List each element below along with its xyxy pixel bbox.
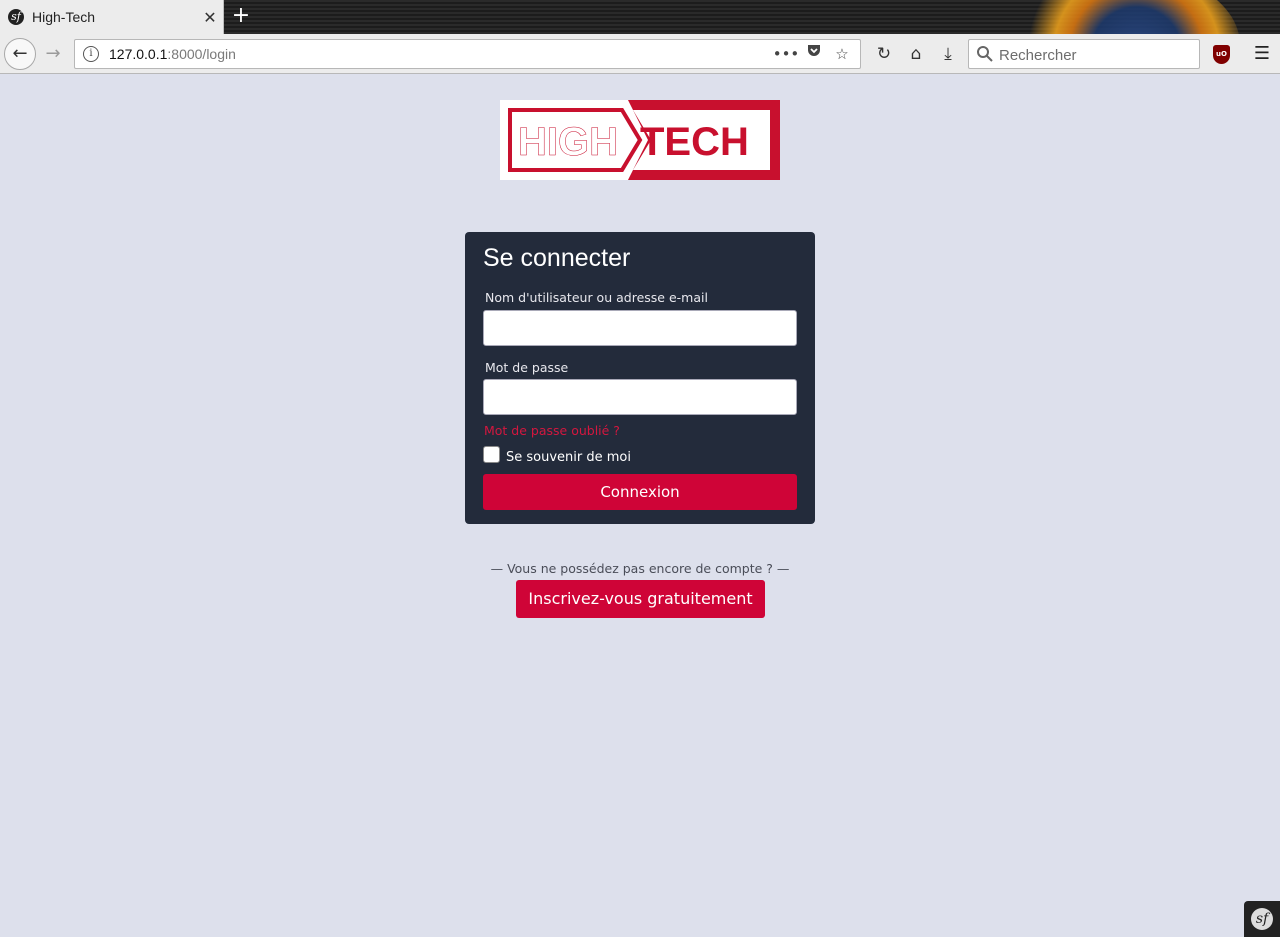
username-label: Nom d'utilisateur ou adresse e-mail <box>485 290 708 305</box>
theme-artwork <box>1010 0 1240 34</box>
pocket-icon[interactable] <box>800 43 828 65</box>
browser-tab[interactable]: sf High-Tech ✕ <box>0 0 224 34</box>
signup-button[interactable]: Inscrivez-vous gratuitement <box>516 580 765 618</box>
url-host: 127.0.0.1 <box>109 46 168 62</box>
info-icon[interactable]: i <box>83 46 99 62</box>
home-icon[interactable]: ⌂ <box>900 40 932 68</box>
toolbar-icons: ↻ ⌂ ⤓ <box>868 40 964 68</box>
download-icon[interactable]: ⤓ <box>932 40 964 68</box>
browser-tabbar: sf High-Tech ✕ + <box>0 0 1280 34</box>
url-path: :8000/login <box>167 46 236 62</box>
ellipsis-icon[interactable]: ••• <box>772 43 800 65</box>
url-actions: ••• ☆ <box>772 43 856 65</box>
reload-icon[interactable]: ↻ <box>868 40 900 68</box>
login-card: Se connecter Nom d'utilisateur ou adress… <box>465 232 815 524</box>
forgot-password-link[interactable]: Mot de passe oublié ? <box>484 423 620 438</box>
ublock-origin-icon[interactable]: uO <box>1213 45 1230 64</box>
search-input[interactable] <box>999 45 1194 65</box>
login-title: Se connecter <box>483 244 631 272</box>
address-bar[interactable]: i 127.0.0.1:8000/login ••• ☆ <box>74 39 861 69</box>
new-tab-button[interactable]: + <box>228 3 254 29</box>
login-button[interactable]: Connexion <box>483 474 797 510</box>
close-tab-icon[interactable]: ✕ <box>197 8 223 27</box>
search-icon <box>977 46 993 62</box>
back-button[interactable]: ← <box>4 38 36 70</box>
remember-me-label[interactable]: Se souvenir de moi <box>506 450 631 465</box>
remember-me-checkbox[interactable] <box>483 446 500 463</box>
high-tech-logo: HIGH TECH <box>500 100 780 180</box>
logo-text-tech: TECH <box>640 120 749 164</box>
symfony-favicon-icon: sf <box>8 9 24 25</box>
logo-text-high: HIGH <box>518 120 618 164</box>
arrow-left-icon: ← <box>12 43 28 64</box>
browser-navbar: ← → i 127.0.0.1:8000/login ••• ☆ ↻ ⌂ ⤓ u… <box>0 34 1280 74</box>
username-input[interactable] <box>483 310 797 346</box>
symfony-toolbar[interactable]: sf <box>1244 901 1280 937</box>
star-icon[interactable]: ☆ <box>828 43 856 65</box>
symfony-logo-icon: sf <box>1251 908 1273 930</box>
password-label: Mot de passe <box>485 360 569 375</box>
arrow-right-icon: → <box>45 43 61 64</box>
no-account-text: — Vous ne possédez pas encore de compte … <box>490 561 790 576</box>
tab-title: High-Tech <box>32 9 96 25</box>
password-input[interactable] <box>483 379 797 415</box>
search-bar[interactable] <box>968 39 1200 69</box>
hamburger-menu-icon[interactable]: ☰ <box>1248 40 1276 68</box>
remember-me[interactable]: Se souvenir de moi <box>483 444 631 465</box>
url-text[interactable]: 127.0.0.1:8000/login <box>109 46 236 62</box>
forward-button[interactable]: → <box>42 43 64 65</box>
